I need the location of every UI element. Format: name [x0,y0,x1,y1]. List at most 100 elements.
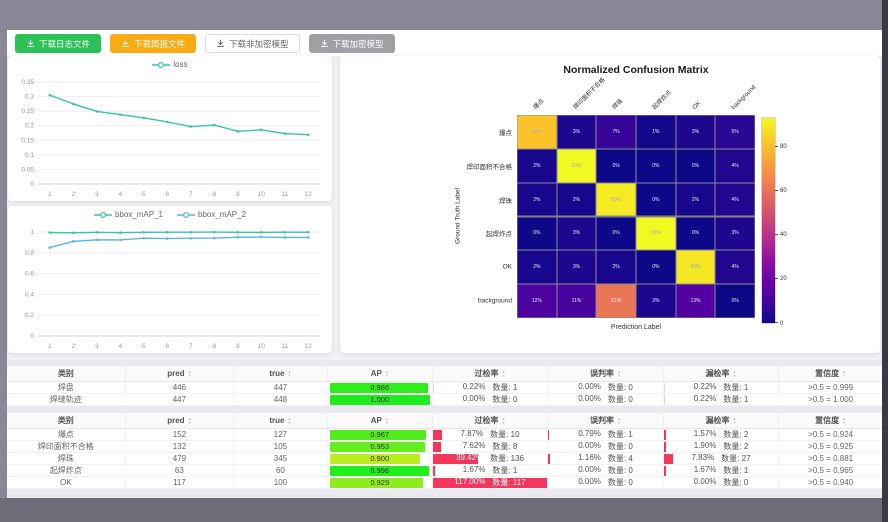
column-header-漏检率[interactable]: 漏检率▲▼ [663,366,779,382]
column-header-true[interactable]: true ▲▼ [234,413,328,429]
cm-cell-background-焊珠: 61% [596,284,636,318]
cm-cell-value: 2% [533,197,540,203]
column-header-误判率[interactable]: 误判率▲▼ [548,366,664,382]
download-button-1[interactable]: 下载日志文件 [15,34,101,53]
sort-icon[interactable]: ▲▼ [617,370,621,377]
svg-text:1: 1 [30,229,34,236]
column-header-AP[interactable]: AP▲▼ [327,413,432,429]
download-button-3[interactable]: 下载非加密模型 [205,34,300,53]
cell-over-detection-rate-count: 数量: 8 [492,442,517,452]
cell-over-detection-rate-bar [433,383,434,393]
cell-misjudge-rate-count: 数量: 0 [608,383,633,393]
sort-icon[interactable]: ▲▼ [502,370,506,377]
cm-row-label: 焊印面积不合格 [467,161,513,171]
column-header-过检率[interactable]: 过检率▲▼ [432,366,548,382]
toolbar: 下载日志文件下载简报文件 下载非加密模型 下载加密模型 [15,34,395,53]
metrics-table-2: 类别pred▲▼true▲▼AP▲▼过检率▲▼误判率▲▼漏检率▲▼置信度▲▼爆点… [7,413,882,489]
cell-miss-rate: 7.83%数量: 27 [664,454,779,464]
cell-miss-rate: 0.00%数量: 0 [664,478,779,488]
cm-cell-焊印面积不合格-起焊炸点: 0% [636,149,676,183]
svg-text:6: 6 [165,343,169,350]
colorbar-tick-label: 20 [780,276,787,282]
cell-ap: 0.996 [327,465,432,477]
cell-over-detection-rate-count: 数量: 1 [492,383,517,393]
cell-misjudge-rate: 0.00%数量: 0 [548,442,663,452]
cell-confidence: >0.5 = 0.965 [779,465,882,477]
cm-cell-background-background: 0% [715,284,755,318]
button-label: 下载非加密模型 [229,38,289,50]
column-header-漏检率[interactable]: 漏检率▲▼ [663,413,779,429]
download-icon [320,39,329,48]
sort-icon[interactable]: ▲▼ [842,417,846,424]
download-button-4[interactable]: 下载加密模型 [309,34,395,53]
column-header-AP[interactable]: AP▲▼ [327,366,432,382]
column-header-label: 类别 [58,368,74,379]
sort-icon[interactable]: ▲▼ [617,417,621,424]
cell-pred: 117 [125,477,234,489]
cell-over-detection-rate-percent: 39.42% [456,454,483,464]
download-button-2[interactable]: 下载简报文件 [110,34,196,53]
cell-miss-rate-percent: 1.67% [694,466,717,476]
column-header-label: true [269,416,284,425]
cell-miss-rate-percent: 7.83% [691,454,714,464]
sort-icon[interactable]: ▲▼ [733,370,737,377]
svg-text:5: 5 [142,191,146,198]
cm-cell-value: 0% [613,230,620,236]
colorbar-tick-label: 80 [780,144,787,150]
cell-true: 448 [234,394,328,406]
cm-cell-value: 61% [611,298,621,304]
cm-cell-value: 0% [533,230,540,236]
cell-true: 105 [234,441,328,453]
cell-ap: 0.953 [327,441,432,453]
cell-misjudge-rate: 1.16%数量: 4 [548,454,663,464]
colorbar-tick [775,322,778,323]
svg-text:8: 8 [212,343,216,350]
cell-misjudge-rate-count: 数量: 0 [608,466,633,476]
sort-icon[interactable]: ▲▼ [733,417,737,424]
svg-text:2: 2 [71,191,75,198]
cell-pred: 479 [125,453,234,465]
column-header-true[interactable]: true▲▼ [234,366,328,382]
cm-cell-起焊炸点-background: 3% [715,217,755,251]
sort-icon[interactable]: ▲▼ [502,417,506,424]
svg-text:0.1: 0.1 [25,152,34,159]
column-header-pred[interactable]: pred▲▼ [125,366,234,382]
cell-miss-rate: 1.57%数量: 2 [664,430,779,440]
cm-cell-爆点-background: 5% [715,115,755,149]
column-header-label: 置信度 [815,415,839,426]
sort-icon[interactable]: ▲▼ [288,370,292,377]
cm-cell-爆点-焊珠: 7% [596,115,636,149]
cell-over-detection-rate: 7.62%数量: 8 [433,442,548,452]
cell-class-name: 焊盘 [7,382,125,394]
sort-icon[interactable]: ▲▼ [288,417,292,424]
cm-cell-OK-焊印面积不合格: 3% [557,250,597,284]
svg-text:9: 9 [236,343,240,350]
column-header-置信度[interactable]: 置信度▲▼ [779,366,882,382]
svg-text:10: 10 [258,343,266,350]
cm-cell-起焊炸点-起焊炸点: 93% [636,217,676,251]
column-header-误判率[interactable]: 误判率▲▼ [548,413,664,429]
cm-cell-value: 2% [533,163,540,169]
cell-confidence: >0.5 = 0.999 [779,382,882,394]
sort-icon[interactable]: ▲▼ [188,417,192,424]
cell-misjudge-rate-percent: 1.16% [578,454,601,464]
sort-icon[interactable]: ▲▼ [385,417,389,424]
column-header-过检率[interactable]: 过检率▲▼ [432,413,548,429]
cm-column-label: 焊珠 [610,96,625,111]
line-chart: 00.050.10.150.20.250.30.3512345678910111… [8,56,332,201]
cell-miss-rate-bar [664,383,665,393]
column-header-label: 过检率 [475,415,499,426]
cell-confidence: >0.5 = 0.925 [779,441,882,453]
cell-miss-rate-count: 数量: 2 [723,442,748,452]
sort-icon[interactable]: ▲▼ [842,370,846,377]
sort-icon[interactable]: ▲▼ [385,370,389,377]
column-header-pred[interactable]: pred▲▼ [125,413,234,429]
svg-text:0.25: 0.25 [21,108,34,115]
svg-text:0.35: 0.35 [21,79,34,86]
cm-column-label: OK [691,101,701,111]
cm-row-label: 爆点 [499,127,512,137]
column-header-置信度[interactable]: 置信度▲▼ [779,413,882,429]
cm-cell-OK-起焊炸点: 0% [636,250,676,284]
sort-icon[interactable]: ▲▼ [188,370,192,377]
metrics-tables-section: 类别pred▲▼true▲▼AP▲▼过检率▲▼误判率▲▼漏检率▲▼置信度▲▼焊盘… [7,360,882,498]
